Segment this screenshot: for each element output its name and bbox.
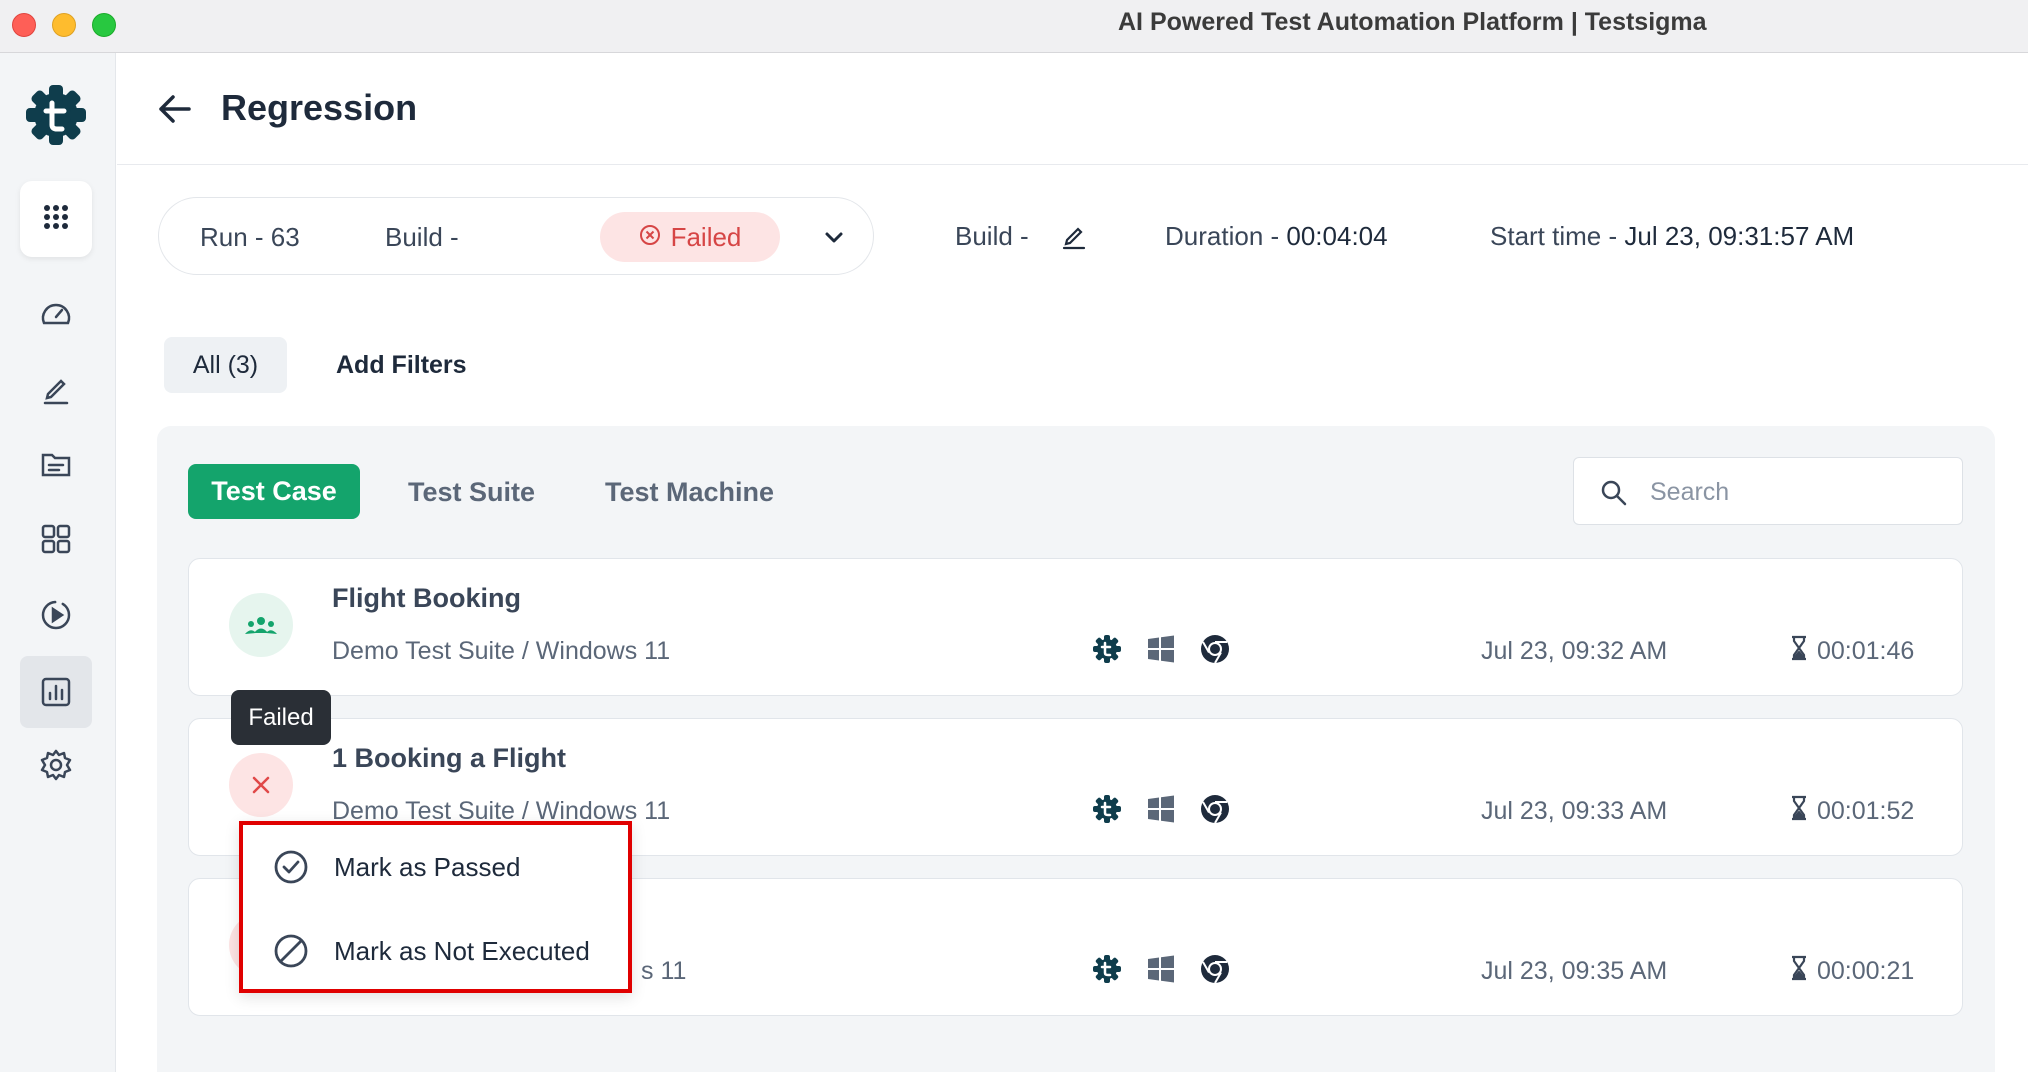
edit-build-pencil-icon[interactable] [1059,220,1089,250]
test-case-subtitle: Demo Test Suite / Windows 11 [332,637,671,665]
start-time-value: Jul 23, 09:31:57 AM [1624,221,1855,251]
mark-as-passed-option[interactable]: Mark as Passed [243,825,628,909]
test-case-row[interactable]: Flight Booking Demo Test Suite / Windows… [188,558,1963,696]
start-time-info: Start time - Jul 23, 09:31:57 AM [1490,221,1854,252]
test-case-duration: 00:00:21 [1789,955,1914,988]
play-run-icon[interactable] [36,595,76,635]
settings-gear-icon[interactable] [36,745,76,785]
windows-icon [1145,793,1177,825]
chrome-browser-icon [1199,953,1231,985]
search-box [1573,457,1963,525]
duration-value: 00:04:04 [1286,221,1388,251]
test-case-duration: 00:01:52 [1789,795,1914,828]
run-status-text: Failed [670,221,742,252]
testsigma-agent-icon [1091,633,1123,665]
hourglass-icon [1789,955,1809,988]
x-circle-icon [639,222,661,253]
apps-grid-button[interactable] [20,181,92,257]
grid-modules-icon[interactable] [36,519,76,559]
testsigma-agent-icon [1091,793,1123,825]
hourglass-icon [1789,795,1809,828]
start-time-label: Start time - [1490,221,1618,251]
chrome-browser-icon [1199,633,1231,665]
failed-status-icon[interactable] [229,753,293,817]
test-case-subtitle: s 11 [641,957,687,985]
search-icon [1600,479,1628,507]
build-label: Build - [385,222,459,252]
edit-pen-icon[interactable] [36,369,76,409]
chevron-down-icon[interactable] [821,224,847,250]
close-window-button[interactable] [12,13,36,37]
sidebar [0,53,116,1072]
queued-status-icon [229,593,293,657]
back-arrow-icon[interactable] [155,89,195,129]
test-case-duration: 00:01:46 [1789,635,1914,668]
run-selector[interactable]: Run - 63 Build - Failed [158,197,874,275]
minimize-window-button[interactable] [52,13,76,37]
maximize-window-button[interactable] [92,13,116,37]
dashboard-speedometer-icon[interactable] [36,294,76,334]
search-input[interactable] [1650,472,1940,512]
duration-info: Duration - 00:04:04 [1165,221,1388,252]
run-status-badge: Failed [600,212,780,262]
duration-text: 00:00:21 [1817,957,1915,985]
reports-chart-icon[interactable] [20,656,92,728]
mark-as-not-executed-label: Mark as Not Executed [334,935,590,966]
hourglass-icon [1789,635,1809,668]
testsigma-logo-icon[interactable] [22,81,90,149]
test-case-time: Jul 23, 09:33 AM [1481,797,1668,825]
mark-as-not-executed-option[interactable]: Mark as Not Executed [243,909,628,993]
test-case-title[interactable]: 1 Booking a Flight [332,743,566,774]
page-header: Regression [117,53,2028,165]
windows-icon [1145,633,1177,665]
page-title: Regression [221,87,418,128]
duration-text: 00:01:46 [1817,637,1915,665]
testsigma-agent-icon [1091,953,1123,985]
duration-label: Duration - [1165,221,1280,251]
duration-text: 00:01:52 [1817,797,1915,825]
tab-test-suite[interactable]: Test Suite [408,477,535,508]
all-filter-button[interactable]: All (3) [164,337,287,393]
test-case-title[interactable]: Flight Booking [332,583,521,614]
folder-list-icon[interactable] [36,444,76,484]
add-filters-button[interactable]: Add Filters [336,351,467,380]
status-tooltip: Failed [231,690,331,745]
ban-circle-icon [273,933,309,969]
test-case-time: Jul 23, 09:35 AM [1481,957,1668,985]
status-action-menu: Mark as Passed Mark as Not Executed [239,821,632,993]
tab-test-machine[interactable]: Test Machine [605,477,774,508]
chrome-browser-icon [1199,793,1231,825]
check-circle-icon [273,849,309,885]
run-number: Run - 63 [200,222,300,252]
window-titlebar: AI Powered Test Automation Platform | Te… [0,0,2028,53]
windows-icon [1145,953,1177,985]
build-info-label: Build - [955,221,1029,251]
test-case-time: Jul 23, 09:32 AM [1481,637,1668,665]
apps-grid-icon [42,203,70,236]
window-title: AI Powered Test Automation Platform | Te… [1118,8,1707,36]
mark-as-passed-label: Mark as Passed [334,851,521,882]
tab-test-case[interactable]: Test Case [188,464,360,519]
